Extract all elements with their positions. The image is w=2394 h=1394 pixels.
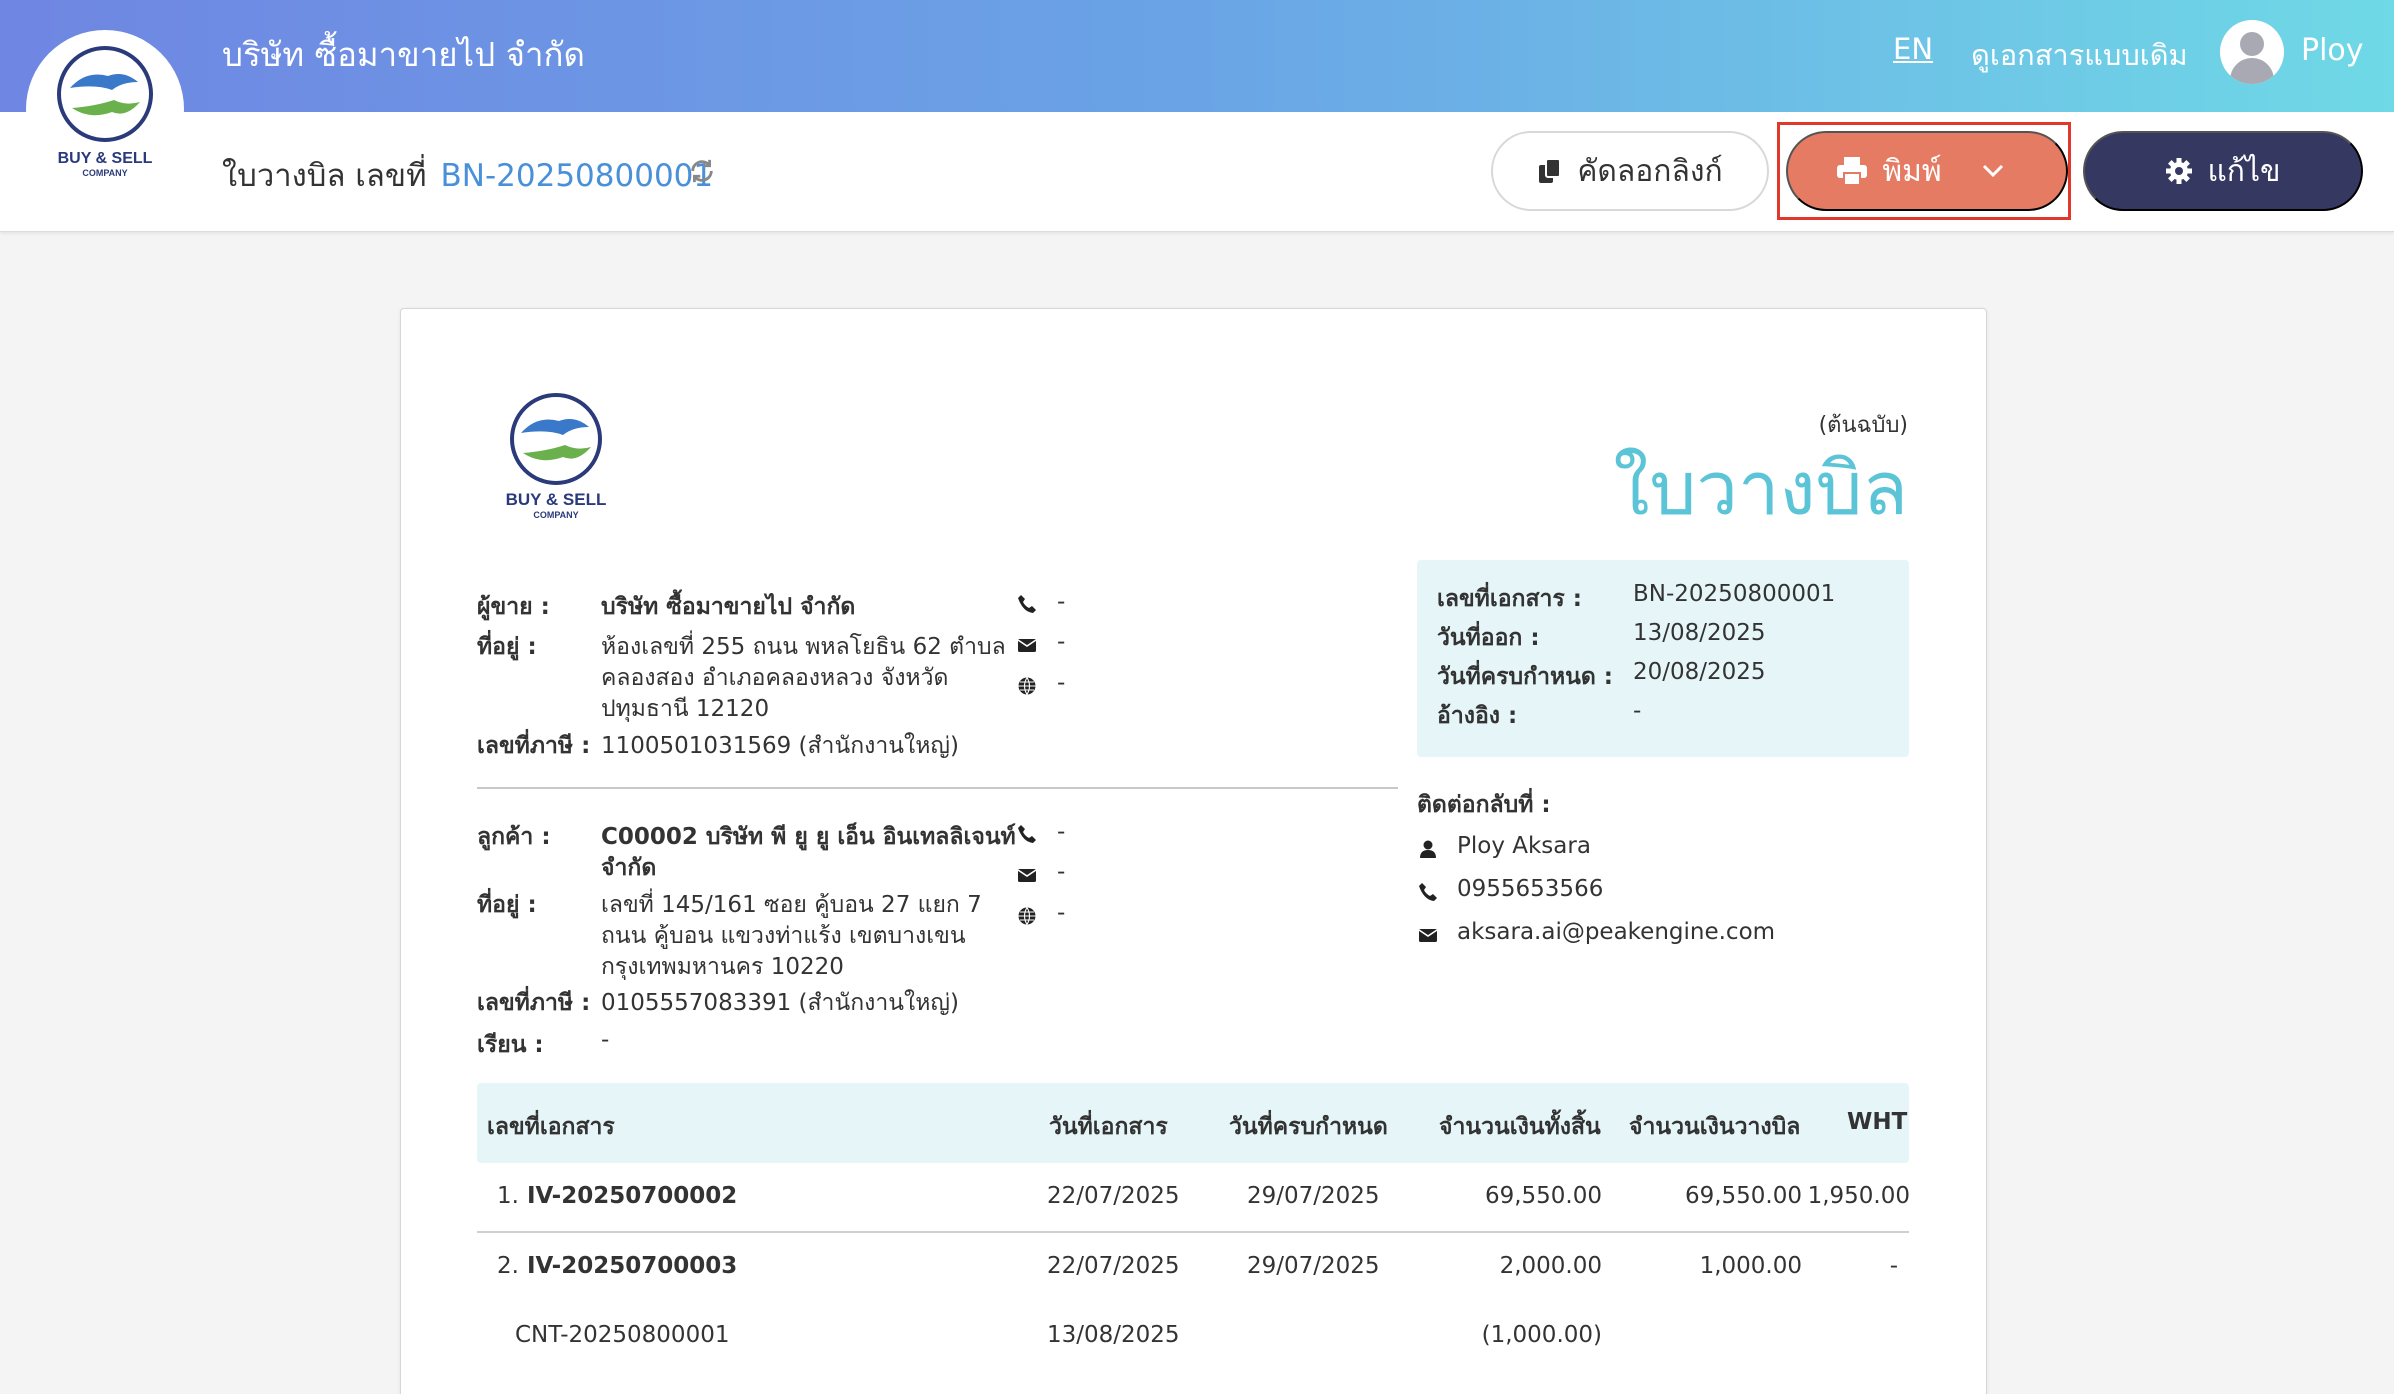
copy-link-button[interactable]: คัดลอกลิงก์ [1491,131,1769,211]
language-switch-en[interactable]: EN [1893,32,1933,66]
contact-phone: 0955653566 [1457,876,1604,902]
sub-row-total: (1,000.00) [1481,1322,1602,1348]
document-logo: BUY & SELL COMPANY [506,393,607,520]
edit-label: แก้ไข [2207,154,2281,188]
row-doc-number[interactable]: IV-20250700003 [527,1253,737,1279]
page-title: ใบวางบิล เลขที่ BN-20250800001 [222,150,713,200]
logo-text: BUY & SELL [58,150,153,167]
row-divider [477,1231,1909,1233]
copy-link-label: คัดลอกลิงก์ [1577,154,1723,188]
info-doc-no-label: เลขที่เอกสาร : [1437,586,1582,612]
info-ref: - [1633,698,1642,724]
seller-email: - [1057,629,1066,655]
document-title: ใบวางบิล [1613,446,1908,532]
attention-label: เรียน : [477,1032,544,1058]
row-wht: - [1889,1253,1898,1279]
column-header: จำนวนเงินวางบิล [1629,1114,1801,1140]
row-total: 69,550.00 [1484,1183,1602,1209]
customer-email: - [1057,859,1066,885]
column-header: วันที่ครบกำหนด [1229,1114,1388,1140]
phone-icon [1018,825,1036,843]
user-avatar-icon[interactable] [2220,20,2284,84]
row-billed: 69,550.00 [1684,1183,1802,1209]
attention-value: - [601,1027,610,1053]
seller-address-label: ที่อยู่ : [477,634,537,660]
page-title-label: ใบวางบิล เลขที่ [222,158,427,194]
globe-icon [1018,907,1036,926]
customer-address-label: ที่อยู่ : [477,892,537,918]
row-total: 2,000.00 [1499,1253,1602,1279]
column-header: วันที่เอกสาร [1049,1114,1168,1140]
seller-website: - [1057,670,1066,696]
sub-row-doc-date: 13/08/2025 [1047,1322,1180,1348]
document-number: BN-20250800001 [440,158,714,194]
refresh-icon[interactable] [688,157,716,185]
customer-label: ลูกค้า : [477,824,551,850]
contact-heading: ติดต่อกลับที่ : [1417,792,1551,818]
customer-website: - [1057,900,1066,926]
company-name: บริษัท ซื้อมาขายไป จำกัด [222,35,585,74]
row-index: 1. [497,1183,519,1209]
customer-tax-label: เลขที่ภาษี : [477,990,591,1016]
contact-email: aksara.ai@peakengine.com [1457,919,1776,945]
seller-address-line: ปทุมธานี 12120 [601,696,770,722]
chevron-down-icon[interactable] [1982,164,2004,178]
info-issue-label: วันที่ออก : [1437,625,1540,651]
customer-address-line: กรุงเทพมหานคร 10220 [601,954,844,980]
contact-name: Ploy Aksara [1457,833,1591,859]
column-header: เลขที่เอกสาร [487,1114,615,1140]
print-button[interactable]: พิมพ์ [1786,131,2068,211]
phone-icon [1419,883,1437,901]
seller-tax-id: 1100501031569 (สำนักงานใหญ่) [601,733,959,759]
company-logo[interactable]: BUY & SELL COMPANY [26,30,184,188]
info-due-label: วันที่ครบกำหนด : [1437,664,1614,690]
globe-icon [1018,677,1036,696]
seller-label: ผู้ขาย : [477,594,550,620]
customer-tax-id: 0105557083391 (สำนักงานใหญ่) [601,990,959,1016]
info-issue-date: 13/08/2025 [1633,620,1766,646]
row-billed: 1,000.00 [1699,1253,1802,1279]
row-wht: 1,950.00 [1807,1183,1910,1209]
user-name[interactable]: Ploy [2301,33,2364,68]
customer-phone: - [1057,819,1066,845]
document-logo-text: BUY & SELL [506,490,607,509]
info-doc-no: BN-20250800001 [1633,581,1836,607]
email-icon [1017,869,1037,882]
old-docs-link[interactable]: ดูเอกสารแบบเดิม [1971,32,2188,78]
customer-name-line: C00002 บริษัท พี ยู ยู เอ็น อินเทลลิเจนท… [601,824,1016,850]
top-bar: บริษัท ซื้อมาขายไป จำกัด EN ดูเอกสารแบบเ… [0,0,2394,112]
row-doc-date: 22/07/2025 [1047,1253,1180,1279]
row-due-date: 29/07/2025 [1247,1253,1380,1279]
sub-row-doc-number[interactable]: CNT-20250800001 [515,1322,729,1348]
info-due-date: 20/08/2025 [1633,659,1766,685]
edit-button[interactable]: แก้ไข [2083,131,2363,211]
print-label: พิมพ์ [1882,154,1942,188]
row-doc-date: 22/07/2025 [1047,1183,1180,1209]
row-index: 2. [497,1253,519,1279]
column-header: WHT [1847,1109,1908,1135]
seller-name: บริษัท ซื้อมาขายไป จำกัด [601,594,856,620]
row-doc-number[interactable]: IV-20250700002 [527,1183,737,1209]
customer-name-line: จำกัด [601,855,657,881]
section-divider [477,787,1398,789]
column-header: จำนวนเงินทั้งสิ้น [1439,1114,1601,1140]
person-icon [1420,840,1436,858]
document-preview: BUY & SELL COMPANY (ต้นฉบับ) ใบวางบิล ผู… [400,308,1987,1394]
document-logo-subtext: COMPANY [533,510,578,520]
seller-phone: - [1057,589,1066,615]
seller-tax-label: เลขที่ภาษี : [477,733,591,759]
row-due-date: 29/07/2025 [1247,1183,1380,1209]
logo-subtext: COMPANY [82,168,127,178]
printer-icon [1837,157,1868,186]
gear-icon [2166,158,2193,184]
email-icon [1418,929,1438,942]
copy-icon [1539,158,1562,183]
email-icon [1017,639,1037,652]
info-ref-label: อ้างอิง : [1437,703,1518,729]
phone-icon [1018,595,1036,613]
